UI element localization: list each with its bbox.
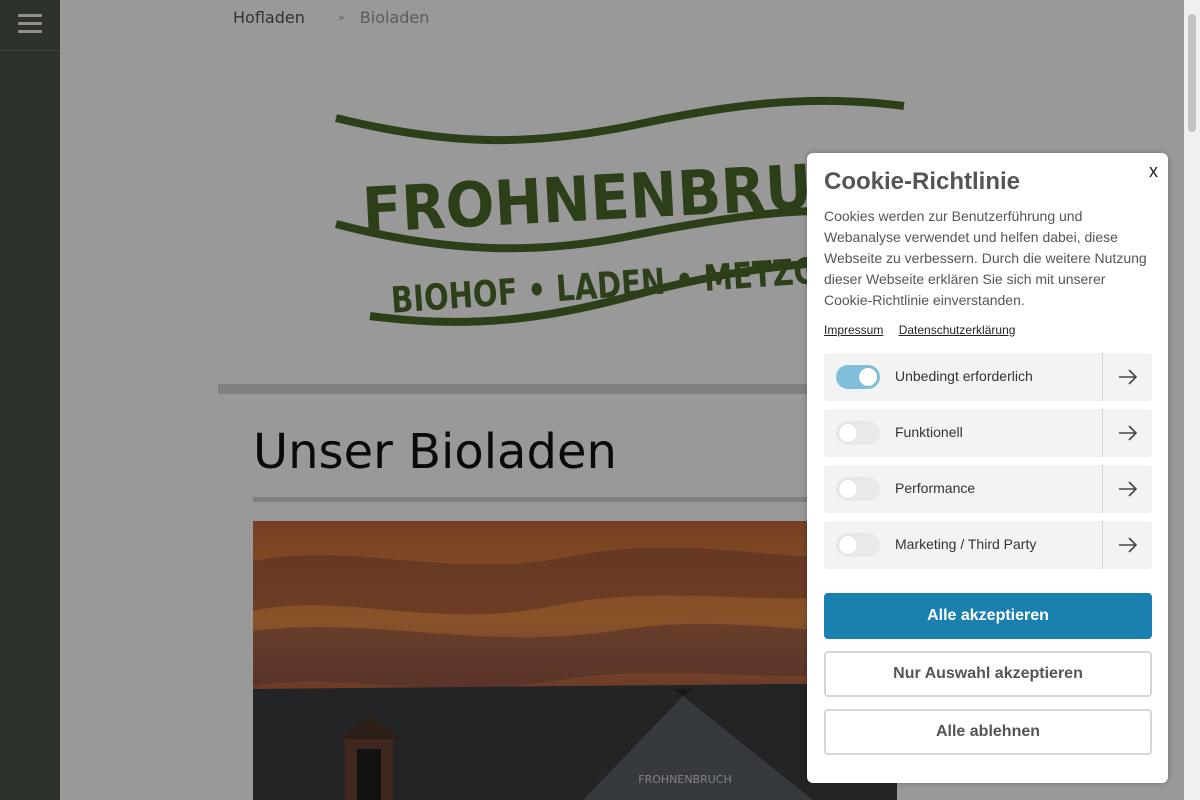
page-scrollbar[interactable]	[1184, 0, 1200, 800]
arrow-right-icon[interactable]	[1102, 521, 1152, 569]
category-label: Marketing / Third Party	[895, 536, 1037, 552]
reject-all-button[interactable]: Alle ablehnen	[824, 709, 1152, 755]
accept-all-button[interactable]: Alle akzeptieren	[824, 593, 1152, 639]
cookie-links: Impressum Datenschutzerklärung	[824, 323, 1027, 337]
category-necessary: Unbedingt erforderlich	[824, 353, 1152, 401]
cookie-description: Cookies werden zur Benutzerführung und W…	[824, 208, 1147, 308]
toggle-necessary[interactable]	[836, 365, 880, 389]
toggle-functional[interactable]	[836, 421, 880, 445]
category-label: Funktionell	[895, 424, 963, 440]
accept-selection-button[interactable]: Nur Auswahl akzeptieren	[824, 651, 1152, 697]
close-icon[interactable]: x	[1149, 161, 1158, 182]
category-marketing: Marketing / Third Party	[824, 521, 1152, 569]
category-functional: Funktionell	[824, 409, 1152, 457]
impressum-link[interactable]: Impressum	[824, 323, 883, 337]
toggle-performance[interactable]	[836, 477, 880, 501]
arrow-right-icon[interactable]	[1102, 465, 1152, 513]
toggle-marketing[interactable]	[836, 533, 880, 557]
category-performance: Performance	[824, 465, 1152, 513]
arrow-right-icon[interactable]	[1102, 353, 1152, 401]
category-label: Unbedingt erforderlich	[895, 368, 1033, 384]
scrollbar-thumb[interactable]	[1188, 14, 1196, 132]
category-label: Performance	[895, 480, 976, 496]
cookie-title: Cookie-Richtlinie	[824, 168, 1021, 195]
arrow-right-icon[interactable]	[1102, 409, 1152, 457]
cookie-dialog: x Cookie-Richtlinie Cookies werden zur B…	[807, 153, 1168, 783]
privacy-link[interactable]: Datenschutzerklärung	[899, 323, 1016, 337]
